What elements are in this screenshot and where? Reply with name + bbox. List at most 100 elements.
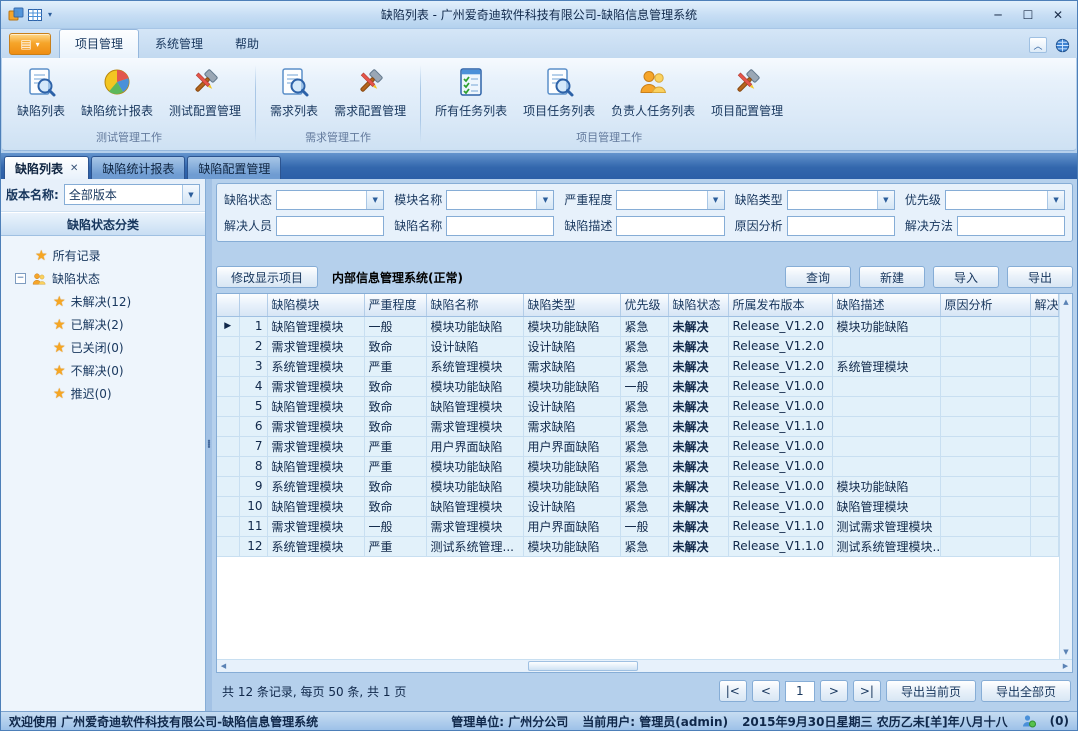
- row-indicator[interactable]: [217, 516, 239, 536]
- cell-status[interactable]: 未解决: [668, 536, 728, 556]
- cell-desc[interactable]: [832, 376, 940, 396]
- new-button[interactable]: 新建: [859, 266, 925, 288]
- cell-status[interactable]: 未解决: [668, 476, 728, 496]
- row-number[interactable]: 11: [239, 516, 267, 536]
- cell-module[interactable]: 需求管理模块: [267, 516, 364, 536]
- cell-status[interactable]: 未解决: [668, 416, 728, 436]
- cell-name[interactable]: 用户界面缺陷: [426, 436, 523, 456]
- ribbon-button[interactable]: 测试配置管理: [162, 62, 248, 121]
- cell-release[interactable]: Release_V1.0.0: [728, 436, 832, 456]
- cell-desc[interactable]: 模块功能缺陷: [832, 316, 940, 336]
- cell-severity[interactable]: 严重: [364, 356, 426, 376]
- cell-priority[interactable]: 紧急: [620, 316, 668, 336]
- row-number[interactable]: 7: [239, 436, 267, 456]
- close-icon[interactable]: ✕: [70, 163, 78, 174]
- cell-type[interactable]: 设计缺陷: [523, 336, 620, 356]
- cell-severity[interactable]: 一般: [364, 316, 426, 336]
- cell-cause[interactable]: [940, 396, 1030, 416]
- cell-priority[interactable]: 紧急: [620, 536, 668, 556]
- cell-module[interactable]: 缺陷管理模块: [267, 496, 364, 516]
- ribbon-button[interactable]: 项目配置管理: [704, 62, 790, 121]
- app-icon[interactable]: [8, 7, 24, 23]
- column-header-cause[interactable]: 原因分析: [940, 294, 1030, 316]
- cell-solution[interactable]: [1030, 436, 1059, 456]
- cell-severity[interactable]: 严重: [364, 536, 426, 556]
- ribbon-button[interactable]: 负责人任务列表: [604, 62, 702, 121]
- row-number[interactable]: 10: [239, 496, 267, 516]
- cell-type[interactable]: 模块功能缺陷: [523, 476, 620, 496]
- cell-module[interactable]: 系统管理模块: [267, 356, 364, 376]
- filter-input[interactable]: [446, 216, 554, 236]
- column-header-type[interactable]: 缺陷类型: [523, 294, 620, 316]
- vertical-scrollbar[interactable]: ▲ ▼: [1059, 294, 1072, 659]
- cell-severity[interactable]: 致命: [364, 496, 426, 516]
- cell-name[interactable]: 模块功能缺陷: [426, 476, 523, 496]
- row-number[interactable]: 5: [239, 396, 267, 416]
- cell-desc[interactable]: [832, 336, 940, 356]
- cell-priority[interactable]: 紧急: [620, 476, 668, 496]
- collapse-node-icon[interactable]: −: [15, 273, 26, 284]
- row-indicator[interactable]: [217, 376, 239, 396]
- cell-severity[interactable]: 致命: [364, 396, 426, 416]
- row-indicator[interactable]: [217, 356, 239, 376]
- row-indicator[interactable]: [217, 476, 239, 496]
- cell-type[interactable]: 模块功能缺陷: [523, 316, 620, 336]
- table-row[interactable]: 4需求管理模块致命模块功能缺陷模块功能缺陷一般未解决Release_V1.0.0: [217, 376, 1059, 396]
- export-all-pages-button[interactable]: 导出全部页: [981, 680, 1071, 702]
- cell-module[interactable]: 缺陷管理模块: [267, 316, 364, 336]
- cell-release[interactable]: Release_V1.1.0: [728, 536, 832, 556]
- cell-status[interactable]: 未解决: [668, 316, 728, 336]
- cell-type[interactable]: 需求缺陷: [523, 416, 620, 436]
- scroll-right-icon[interactable]: ▶: [1059, 660, 1072, 673]
- cell-name[interactable]: 模块功能缺陷: [426, 316, 523, 336]
- modify-columns-button[interactable]: 修改显示项目: [216, 266, 318, 288]
- column-header-module[interactable]: 缺陷模块: [267, 294, 364, 316]
- cell-solution[interactable]: [1030, 516, 1059, 536]
- cell-status[interactable]: 未解决: [668, 496, 728, 516]
- table-row[interactable]: 7需求管理模块严重用户界面缺陷用户界面缺陷紧急未解决Release_V1.0.0: [217, 436, 1059, 456]
- row-number[interactable]: 1: [239, 316, 267, 336]
- table-row[interactable]: 2需求管理模块致命设计缺陷设计缺陷紧急未解决Release_V1.2.0: [217, 336, 1059, 356]
- cell-severity[interactable]: 致命: [364, 416, 426, 436]
- cell-cause[interactable]: [940, 376, 1030, 396]
- row-indicator[interactable]: [217, 336, 239, 356]
- cell-type[interactable]: 需求缺陷: [523, 356, 620, 376]
- cell-type[interactable]: 模块功能缺陷: [523, 536, 620, 556]
- cell-desc[interactable]: [832, 416, 940, 436]
- row-number[interactable]: 12: [239, 536, 267, 556]
- cell-status[interactable]: 未解决: [668, 456, 728, 476]
- ribbon-button[interactable]: 所有任务列表: [428, 62, 514, 121]
- table-row[interactable]: 3系统管理模块严重系统管理模块需求缺陷紧急未解决Release_V1.2.0系统…: [217, 356, 1059, 376]
- cell-name[interactable]: 测试系统管理...: [426, 536, 523, 556]
- cell-solution[interactable]: [1030, 376, 1059, 396]
- doc-tab-defect-report[interactable]: 缺陷统计报表: [91, 156, 185, 179]
- tree-item-defect-status[interactable]: − 缺陷状态: [5, 267, 201, 290]
- cell-type[interactable]: 模块功能缺陷: [523, 376, 620, 396]
- column-header-priority[interactable]: 优先级: [620, 294, 668, 316]
- cell-type[interactable]: 设计缺陷: [523, 396, 620, 416]
- row-number[interactable]: 6: [239, 416, 267, 436]
- filter-input[interactable]: [787, 216, 895, 236]
- chevron-down-icon[interactable]: ▼: [877, 191, 894, 209]
- tree-item-unresolved[interactable]: ★ 未解决(12): [5, 290, 201, 313]
- row-number[interactable]: 2: [239, 336, 267, 356]
- tree-item-wont-fix[interactable]: ★ 不解决(0): [5, 359, 201, 382]
- cell-status[interactable]: 未解决: [668, 356, 728, 376]
- cell-module[interactable]: 缺陷管理模块: [267, 456, 364, 476]
- filter-combo[interactable]: ▼: [446, 190, 554, 210]
- cell-solution[interactable]: [1030, 456, 1059, 476]
- cell-desc[interactable]: [832, 436, 940, 456]
- cell-severity[interactable]: 致命: [364, 336, 426, 356]
- cell-cause[interactable]: [940, 416, 1030, 436]
- cell-desc[interactable]: [832, 456, 940, 476]
- row-number[interactable]: 8: [239, 456, 267, 476]
- cell-severity[interactable]: 严重: [364, 436, 426, 456]
- first-page-button[interactable]: |<: [719, 680, 747, 702]
- cell-module[interactable]: 系统管理模块: [267, 536, 364, 556]
- cell-status[interactable]: 未解决: [668, 376, 728, 396]
- cell-name[interactable]: 模块功能缺陷: [426, 376, 523, 396]
- maximize-button[interactable]: ☐: [1013, 4, 1043, 26]
- row-indicator[interactable]: ▶: [217, 316, 239, 336]
- cell-release[interactable]: Release_V1.2.0: [728, 316, 832, 336]
- filter-combo[interactable]: ▼: [276, 190, 384, 210]
